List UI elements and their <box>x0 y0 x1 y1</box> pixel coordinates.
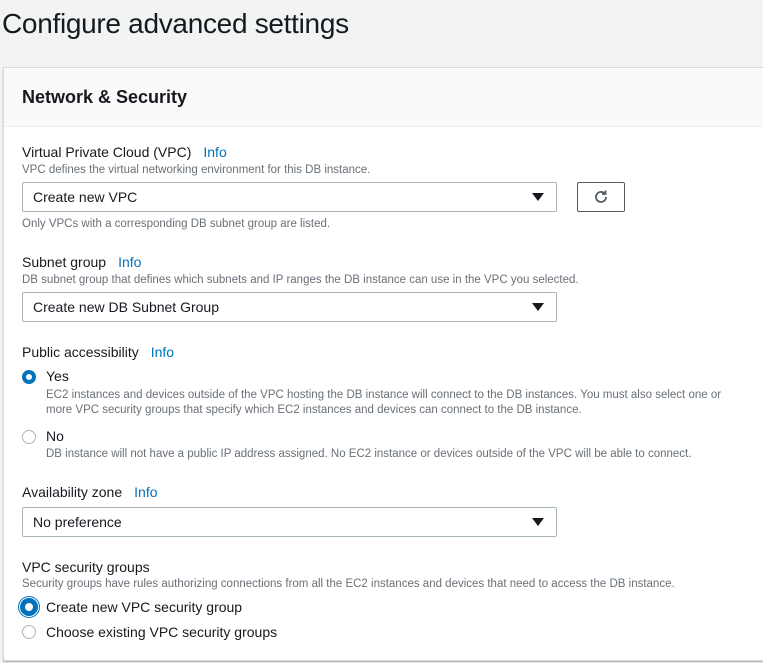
public-no-label[interactable]: No <box>46 428 64 444</box>
public-info-link[interactable]: Info <box>151 344 174 360</box>
caret-down-icon <box>532 518 544 526</box>
az-info-link[interactable]: Info <box>134 484 157 500</box>
sg-existing-radio[interactable] <box>22 625 36 639</box>
subnet-description: DB subnet group that defines which subne… <box>22 274 579 286</box>
vpc-description: VPC defines the virtual networking envir… <box>22 164 371 176</box>
network-security-panel: Network & Security Virtual Private Cloud… <box>3 67 763 661</box>
public-no-description: DB instance will not have a public IP ad… <box>46 448 692 460</box>
public-label: Public accessibility <box>22 344 139 360</box>
sg-label: VPC security groups <box>22 559 150 575</box>
public-no-radio[interactable] <box>22 430 36 444</box>
public-yes-radio[interactable] <box>22 370 36 384</box>
refresh-icon <box>595 190 607 203</box>
vpc-label: Virtual Private Cloud (VPC) <box>22 144 192 160</box>
az-select[interactable]: No preference <box>22 507 557 537</box>
subnet-info-link[interactable]: Info <box>118 254 141 270</box>
vpc-hint: Only VPCs with a corresponding DB subnet… <box>22 218 331 230</box>
az-label-row: Availability zone Info <box>22 484 158 502</box>
caret-down-icon <box>532 193 544 201</box>
vpc-label-row: Virtual Private Cloud (VPC) Info <box>22 144 227 162</box>
subnet-label-row: Subnet group Info <box>22 254 141 272</box>
vpc-select[interactable]: Create new VPC <box>22 182 557 212</box>
public-yes-description: EC2 instances and devices outside of the… <box>46 389 722 416</box>
public-yes-label[interactable]: Yes <box>46 368 69 384</box>
caret-down-icon <box>532 303 544 311</box>
vpc-select-value: Create new VPC <box>33 189 138 205</box>
public-label-row: Public accessibility Info <box>22 344 174 362</box>
section-title: Network & Security <box>4 68 763 127</box>
refresh-button[interactable] <box>577 182 625 212</box>
subnet-select[interactable]: Create new DB Subnet Group <box>22 292 557 322</box>
subnet-label: Subnet group <box>22 254 107 270</box>
sg-description: Security groups have rules authorizing c… <box>22 578 675 590</box>
az-select-value: No preference <box>33 514 122 530</box>
sg-create-label[interactable]: Create new VPC security group <box>46 599 242 615</box>
vpc-info-link[interactable]: Info <box>203 144 226 160</box>
subnet-select-value: Create new DB Subnet Group <box>33 299 219 315</box>
sg-existing-label[interactable]: Choose existing VPC security groups <box>46 624 277 640</box>
az-label: Availability zone <box>22 484 123 500</box>
sg-create-radio[interactable] <box>20 598 38 616</box>
page-title: Configure advanced settings <box>2 8 349 39</box>
